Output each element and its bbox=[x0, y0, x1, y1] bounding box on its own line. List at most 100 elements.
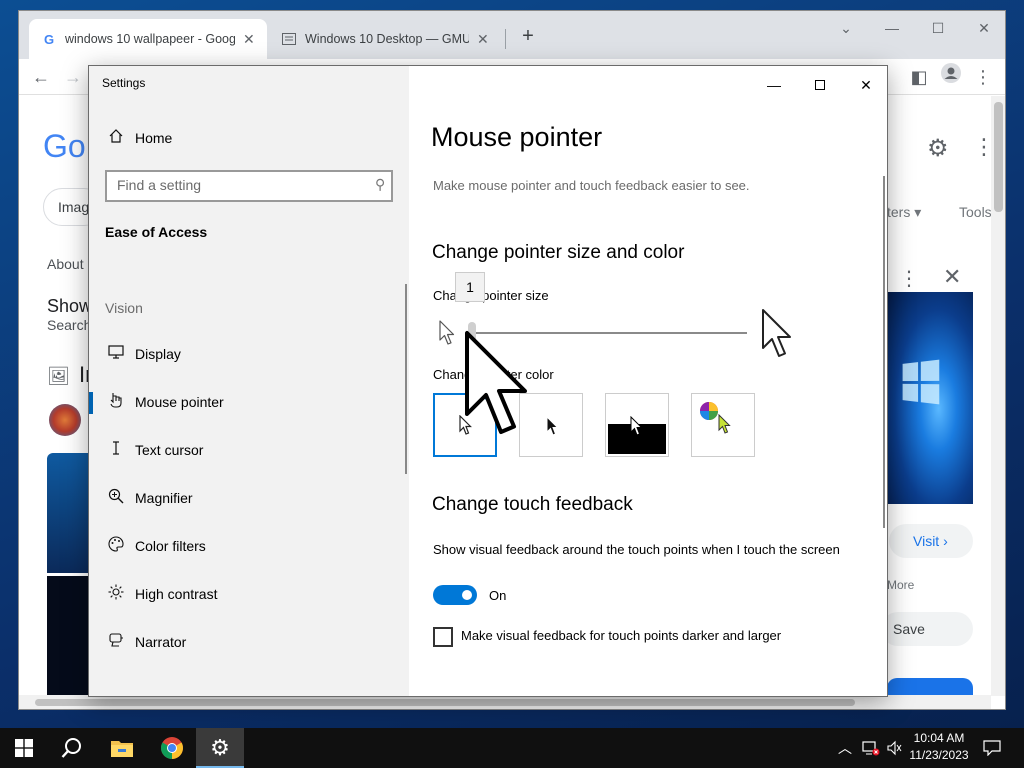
nav-home[interactable]: Home bbox=[89, 118, 409, 158]
size-color-heading: Change pointer size and color bbox=[432, 242, 685, 263]
darker-feedback-label[interactable]: Make visual feedback for touch points da… bbox=[461, 628, 781, 643]
sidebar-item-label: Mouse pointer bbox=[135, 394, 224, 410]
pointer-size-slider-track[interactable] bbox=[469, 332, 747, 334]
pointer-color-white[interactable] bbox=[433, 393, 497, 457]
back-icon[interactable]: ← bbox=[27, 63, 55, 91]
mouse-pointer-icon bbox=[106, 392, 126, 412]
sidebar-item-label: Color filters bbox=[135, 538, 206, 554]
search-placeholder: Find a setting bbox=[117, 177, 202, 193]
save-button[interactable]: Save bbox=[881, 612, 973, 646]
touch-feedback-toggle[interactable] bbox=[433, 585, 477, 605]
browser-close-icon[interactable]: ✕ bbox=[973, 17, 995, 39]
text-cursor-icon bbox=[106, 440, 126, 460]
maximize-button[interactable] bbox=[797, 70, 843, 100]
network-icon[interactable] bbox=[862, 728, 880, 768]
tab-close-icon[interactable]: ✕ bbox=[243, 31, 255, 48]
monitor-icon bbox=[106, 345, 126, 363]
chrome-button[interactable] bbox=[148, 728, 196, 768]
close-panel-icon[interactable]: ✕ bbox=[943, 264, 961, 290]
sidebar-item-narrator[interactable]: Narrator bbox=[89, 622, 409, 662]
scrollbar-thumb[interactable] bbox=[35, 699, 855, 706]
pointer-color-black[interactable] bbox=[519, 393, 583, 457]
color-wheel-icon bbox=[700, 402, 718, 420]
visit-button[interactable]: Visit › bbox=[889, 524, 973, 558]
file-explorer-button[interactable] bbox=[98, 728, 146, 768]
preview-image[interactable] bbox=[887, 292, 973, 504]
sidebar-item-magnifier[interactable]: Magnifier bbox=[89, 478, 409, 518]
action-center-icon[interactable] bbox=[980, 728, 1004, 768]
gear-icon[interactable]: ⚙ bbox=[927, 134, 949, 163]
pointer-color-label: Change pointer color bbox=[433, 367, 554, 382]
small-pointer-icon bbox=[439, 320, 457, 351]
scrollbar-thumb[interactable] bbox=[994, 102, 1003, 212]
pointer-color-custom[interactable] bbox=[691, 393, 755, 457]
touch-feedback-description: Show visual feedback around the touch po… bbox=[433, 542, 840, 557]
page-description: Make mouse pointer and touch feedback ea… bbox=[433, 178, 750, 193]
tab-separator bbox=[505, 29, 506, 49]
close-button[interactable]: ✕ bbox=[843, 70, 887, 100]
tools-button[interactable]: Tools bbox=[959, 204, 992, 220]
brightness-icon bbox=[106, 584, 126, 604]
search-icon: ⚲ bbox=[374, 176, 385, 192]
blue-banner bbox=[887, 678, 973, 696]
tab-search-icon[interactable]: ⌄ bbox=[835, 17, 857, 39]
folder-icon bbox=[111, 741, 133, 757]
pointer-size-slider-thumb[interactable] bbox=[468, 322, 476, 344]
side-panel-icon[interactable]: ◧ bbox=[905, 63, 933, 91]
nav-scrollbar[interactable] bbox=[405, 284, 407, 474]
gear-icon: ⚙ bbox=[210, 735, 230, 760]
search-input[interactable]: Find a setting ⚲ bbox=[105, 170, 393, 202]
content-scrollbar[interactable] bbox=[883, 176, 885, 528]
forward-icon[interactable]: → bbox=[59, 63, 87, 91]
sidebar-item-text-cursor[interactable]: Text cursor bbox=[89, 430, 409, 470]
browser-tab-gmunk[interactable]: Windows 10 Desktop — GMUNK ✕ bbox=[269, 19, 501, 59]
sidebar-item-label: Magnifier bbox=[135, 490, 193, 506]
home-icon bbox=[106, 128, 126, 148]
narrator-icon bbox=[106, 632, 126, 652]
filters-dropdown[interactable]: ters ▾ bbox=[887, 204, 921, 221]
taskbar: ⚙ ︿ 10:04 AM 11/23/2023 bbox=[0, 728, 1024, 768]
google-logo[interactable]: Go bbox=[43, 128, 86, 165]
search-button[interactable] bbox=[48, 728, 96, 768]
pointer-color-inverted[interactable] bbox=[605, 393, 669, 457]
more-options-icon[interactable]: ⋮ bbox=[899, 266, 919, 291]
browser-minimize-icon[interactable]: — bbox=[881, 17, 903, 39]
new-tab-icon[interactable]: + bbox=[517, 25, 539, 47]
show-hidden-icons-chevron-icon[interactable]: ︿ bbox=[838, 728, 852, 768]
browser-menu-icon[interactable]: ⋮ bbox=[969, 63, 997, 91]
settings-taskbar-button[interactable]: ⚙ bbox=[196, 728, 244, 768]
selected-check-icon bbox=[479, 393, 497, 411]
window-title: Settings bbox=[102, 76, 146, 90]
clock-time: 10:04 AM bbox=[913, 731, 965, 745]
browser-maximize-icon[interactable]: ☐ bbox=[927, 17, 949, 39]
more-link[interactable]: More bbox=[887, 578, 914, 592]
settings-content-pane: — ✕ Mouse pointer Make mouse pointer and… bbox=[409, 66, 887, 696]
start-button[interactable] bbox=[0, 728, 48, 768]
tab-title: Windows 10 Desktop — GMUNK bbox=[305, 32, 469, 46]
toggle-knob bbox=[462, 590, 472, 600]
sidebar-item-mouse-pointer[interactable]: Mouse pointer bbox=[89, 382, 409, 422]
tab-close-icon[interactable]: ✕ bbox=[477, 31, 489, 48]
pointer-size-label: Change pointer size bbox=[433, 288, 549, 303]
image-icon: 🖼 bbox=[47, 366, 70, 386]
tab-title: windows 10 wallpapeer - Google bbox=[65, 32, 235, 46]
settings-nav-pane: Settings Home Find a setting ⚲ Ease of A… bbox=[89, 66, 409, 696]
sidebar-item-display[interactable]: Display bbox=[89, 334, 409, 374]
taskbar-clock[interactable]: 10:04 AM 11/23/2023 bbox=[904, 730, 974, 764]
volume-icon[interactable] bbox=[886, 728, 902, 768]
show-results-heading[interactable]: Show bbox=[47, 296, 92, 317]
sidebar-item-color-filters[interactable]: Color filters bbox=[89, 526, 409, 566]
minimize-button[interactable]: — bbox=[751, 70, 797, 100]
browser-horizontal-scrollbar[interactable] bbox=[19, 695, 991, 709]
section-title: Ease of Access bbox=[105, 224, 208, 240]
search-subtext: Search bbox=[47, 317, 92, 333]
profile-icon[interactable] bbox=[937, 63, 965, 91]
sidebar-item-label: Narrator bbox=[135, 634, 187, 650]
browser-vertical-scrollbar[interactable] bbox=[991, 96, 1005, 696]
touch-feedback-heading: Change touch feedback bbox=[432, 494, 633, 515]
clock-date: 11/23/2023 bbox=[909, 748, 969, 762]
browser-tab-google[interactable]: G windows 10 wallpapeer - Google ✕ bbox=[29, 19, 267, 59]
sidebar-item-high-contrast[interactable]: High contrast bbox=[89, 574, 409, 614]
darker-feedback-checkbox[interactable] bbox=[433, 627, 453, 647]
settings-window: Settings Home Find a setting ⚲ Ease of A… bbox=[88, 65, 888, 697]
